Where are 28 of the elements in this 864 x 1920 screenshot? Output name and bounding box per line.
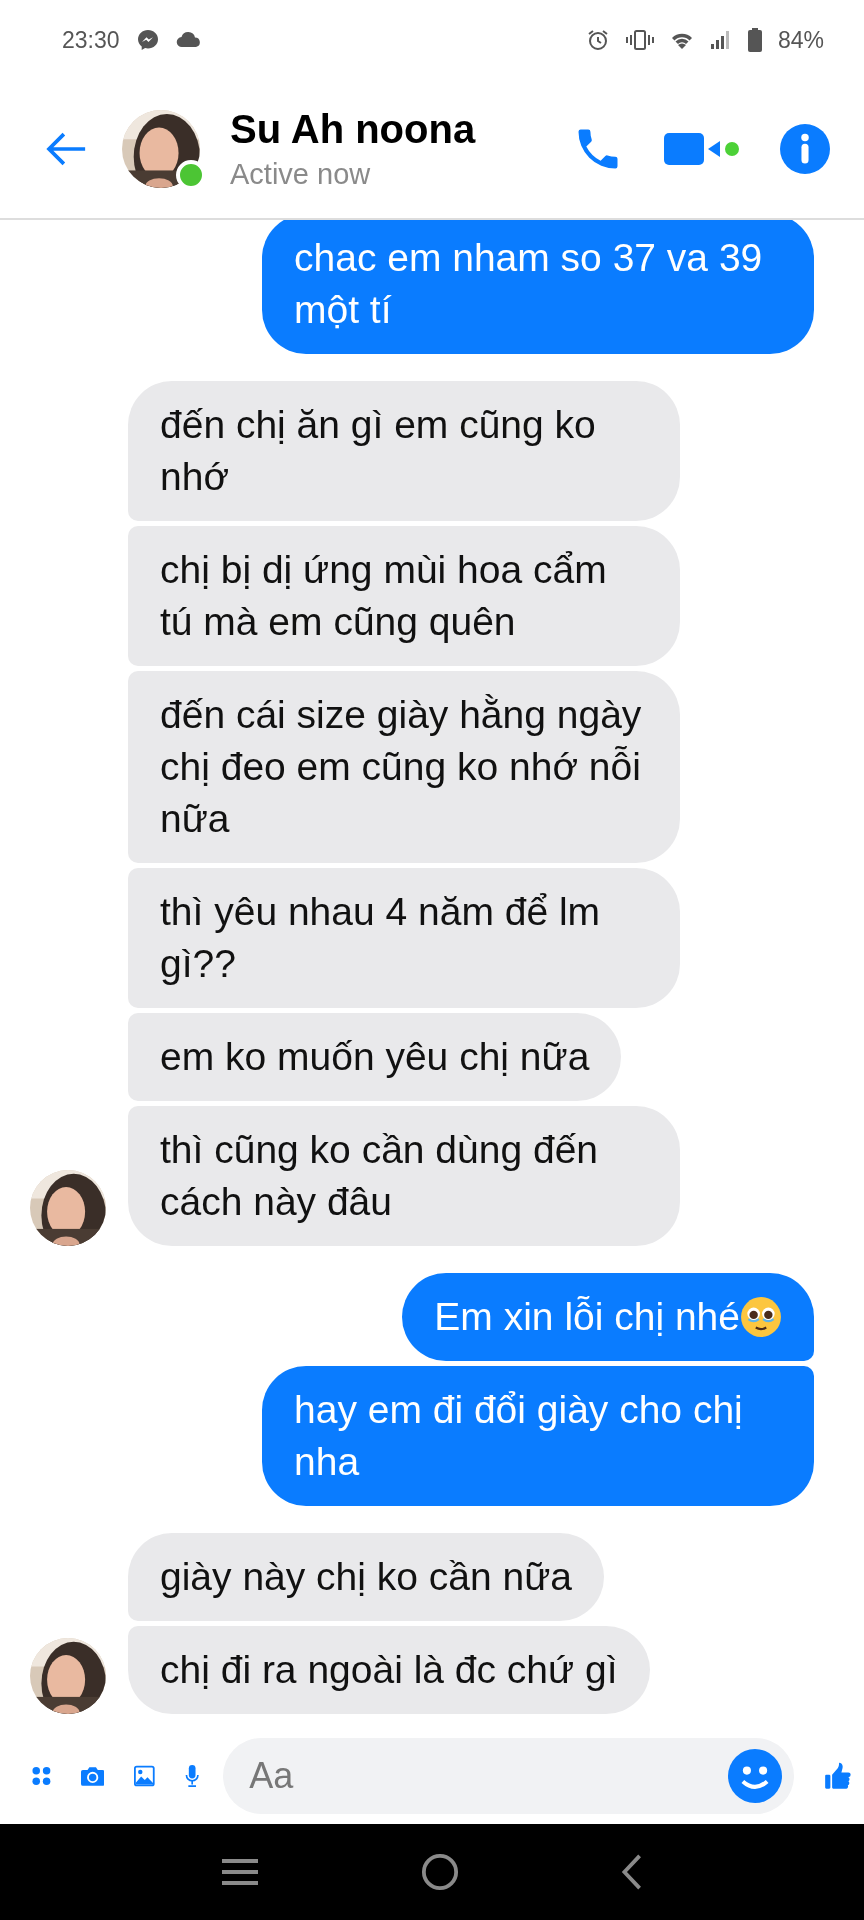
cloud-icon	[175, 32, 202, 48]
message-bubble: giày này chị ko cần nữa	[128, 1533, 604, 1621]
message-input[interactable]: Aa	[223, 1738, 795, 1814]
smiley-icon[interactable]	[728, 1749, 783, 1803]
signal-icon	[709, 30, 732, 50]
contact-name: Su Ah noona	[230, 107, 477, 152]
battery-percentage: 84%	[777, 26, 824, 54]
message-bubble: em ko muốn yêu chị nữa	[128, 1013, 622, 1101]
back-icon[interactable]	[619, 1853, 644, 1891]
menu-icon[interactable]	[220, 1857, 261, 1887]
info-icon[interactable]	[780, 124, 830, 174]
message-bubble: Em xin lỗi chị nhé	[402, 1273, 814, 1361]
vibrate-icon	[625, 28, 654, 52]
battery-icon	[747, 28, 762, 52]
messenger-icon	[135, 28, 160, 52]
active-status: Active now	[230, 158, 372, 191]
message-bubble: thì yêu nhau 4 năm để lm gì??	[128, 868, 680, 1008]
teary-face-icon	[740, 1296, 782, 1338]
clock-time: 23:30	[62, 26, 120, 54]
home-icon[interactable]	[421, 1853, 459, 1891]
message-bubble: chị bị dị ứng mùi hoa cẩm tú mà em cũng quên	[128, 526, 680, 666]
message-bubble: chac em nham so 37 va 39 một tí	[262, 220, 814, 354]
message-bubble: đến chị ăn gì em cũng ko nhớ	[128, 381, 680, 521]
message-bubble: đến cái size giày hằng ngày chị đeo em cũng ko nhớ nỗi nữa	[128, 671, 680, 863]
message-bubble: hay em đi đổi giày cho chị nha	[262, 1366, 814, 1506]
message-bubble: chị đi ra ngoài là đc chứ gì	[128, 1626, 650, 1714]
message-bubble: thì cũng ko cần dùng đến cách này đâu	[128, 1106, 680, 1246]
back-arrow-icon[interactable]	[44, 132, 88, 166]
